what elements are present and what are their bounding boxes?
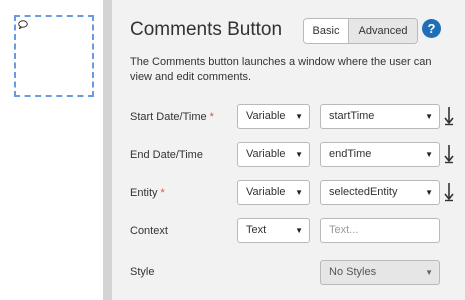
chevron-down-icon: ▼ [295, 150, 303, 159]
entity-label-text: Entity [130, 187, 158, 199]
chevron-down-icon: ▼ [295, 188, 303, 197]
chevron-down-icon: ▼ [425, 188, 433, 197]
chevron-down-icon: ▼ [295, 226, 303, 235]
start-datetime-value-select[interactable]: startTime ▼ [320, 104, 440, 129]
end-datetime-mode-select[interactable]: Variable ▼ [237, 142, 310, 167]
style-value: No Styles [329, 266, 377, 278]
start-datetime-mode-select[interactable]: Variable ▼ [237, 104, 310, 129]
style-select: No Styles ▼ [320, 260, 440, 285]
panel-title: Comments Button [130, 19, 283, 40]
design-canvas[interactable] [0, 0, 103, 300]
start-datetime-value: startTime [329, 110, 375, 122]
basic-tab[interactable]: Basic [304, 19, 349, 43]
help-icon[interactable]: ? [422, 19, 441, 38]
end-datetime-value: endTime [329, 148, 372, 160]
chevron-down-icon: ▼ [425, 150, 433, 159]
entity-value-select[interactable]: selectedEntity ▼ [320, 180, 440, 205]
properties-panel: Comments Button Basic Advanced ? The Com… [112, 0, 465, 300]
sort-down-icon[interactable] [443, 144, 455, 164]
entity-mode-value: Variable [246, 186, 286, 198]
advanced-tab[interactable]: Advanced [349, 19, 417, 43]
style-label: Style [130, 266, 154, 278]
end-datetime-mode-value: Variable [246, 148, 286, 160]
entity-mode-select[interactable]: Variable ▼ [237, 180, 310, 205]
context-mode-value: Text [246, 224, 267, 236]
context-label-text: Context [130, 225, 168, 237]
panel-divider[interactable] [103, 0, 112, 300]
start-datetime-label-text: Start Date/Time [130, 111, 207, 123]
mode-toggle: Basic Advanced [303, 18, 418, 44]
context-mode-select[interactable]: Text ▼ [237, 218, 310, 243]
end-datetime-label: End Date/Time [130, 149, 203, 161]
sort-down-icon[interactable] [443, 182, 455, 202]
start-datetime-mode-value: Variable [246, 110, 286, 122]
context-text-input[interactable]: Text... [320, 218, 440, 243]
comments-button-widget[interactable] [14, 15, 94, 97]
context-label: Context [130, 225, 168, 237]
chevron-down-icon: ▼ [425, 112, 433, 121]
start-datetime-label: Start Date/Time * [130, 111, 214, 123]
chevron-down-icon: ▼ [295, 112, 303, 121]
required-marker: * [209, 111, 214, 123]
required-marker: * [160, 187, 165, 199]
end-datetime-value-select[interactable]: endTime ▼ [320, 142, 440, 167]
comment-bubble-icon [18, 20, 28, 29]
style-label-text: Style [130, 266, 155, 278]
end-datetime-label-text: End Date/Time [130, 149, 203, 161]
sort-down-icon[interactable] [443, 106, 455, 126]
chevron-down-icon: ▼ [425, 268, 433, 277]
entity-value: selectedEntity [329, 186, 398, 198]
panel-description: The Comments button launches a window wh… [130, 56, 432, 83]
entity-label: Entity * [130, 187, 165, 199]
